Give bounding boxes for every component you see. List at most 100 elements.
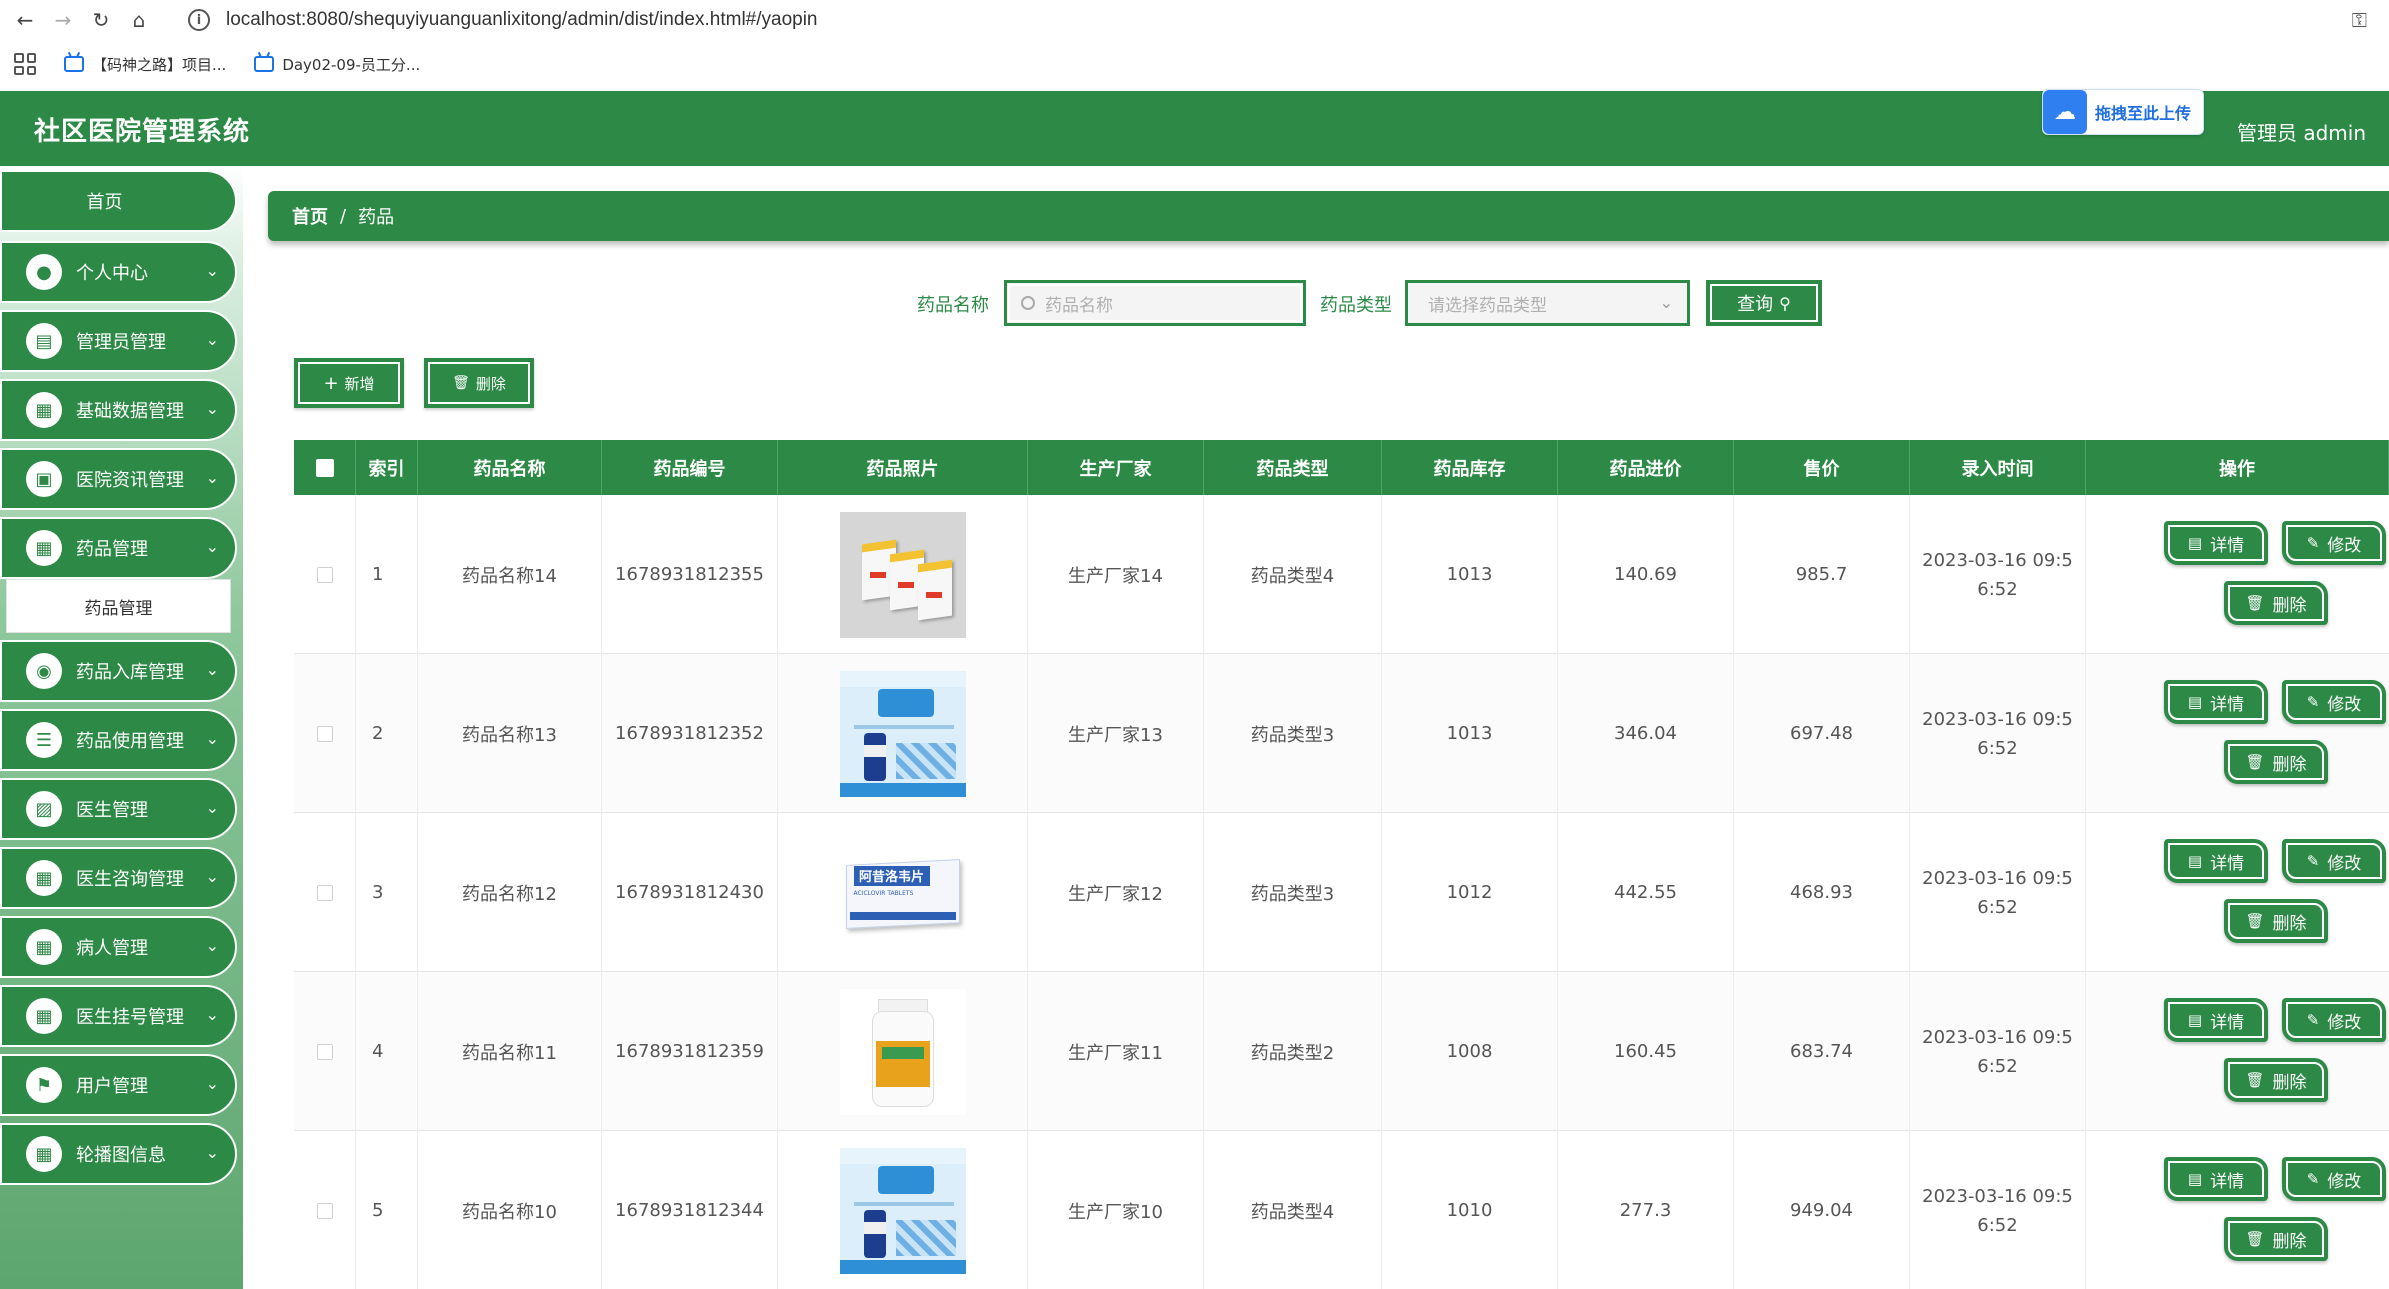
time-cell: 2023-03-16 09:5 6:52 xyxy=(1910,813,2086,972)
code-cell: 1678931812352 xyxy=(602,654,778,813)
cost-cell: 140.69 xyxy=(1558,495,1734,654)
delete-button[interactable]: 🗑 删除 xyxy=(2224,581,2328,625)
upload-widget[interactable]: ☁ 拖拽至此上传 xyxy=(2042,89,2204,135)
detail-label: 详情 xyxy=(2210,853,2245,874)
sidebar-item-label: 药品使用管理 xyxy=(76,731,184,752)
sidebar-item[interactable]: ▦ 基础数据管理 ⌄ xyxy=(0,379,237,441)
medicine-photo xyxy=(839,670,966,797)
add-button[interactable]: + 新增 xyxy=(294,358,404,408)
row-checkbox[interactable] xyxy=(316,566,333,583)
edit-button[interactable]: ✎ 修改 xyxy=(2282,839,2386,883)
sidebar-item[interactable]: ☰ 药品使用管理 ⌄ xyxy=(0,709,237,771)
apps-grid-icon[interactable] xyxy=(14,53,36,75)
column-header[interactable]: 生产厂家 xyxy=(1028,440,1204,495)
delete-button[interactable]: 🗑 删除 xyxy=(2224,899,2328,943)
sidebar-item[interactable]: ⚑ 用户管理 ⌄ xyxy=(0,1054,237,1116)
select-all-checkbox[interactable] xyxy=(315,458,334,477)
chevron-down-icon: ⌄ xyxy=(205,867,219,886)
sidebar-item[interactable]: ▦ 轮播图信息 ⌄ xyxy=(0,1123,237,1185)
column-header[interactable]: 售价 xyxy=(1734,440,1910,495)
cost-cell: 160.45 xyxy=(1558,972,1734,1131)
trash-icon: 🗑 xyxy=(2245,1230,2265,1248)
detail-button[interactable]: ▤ 详情 xyxy=(2164,998,2268,1042)
flag-icon: ⚑ xyxy=(26,1067,62,1103)
detail-label: 详情 xyxy=(2210,694,2245,715)
sidebar-item-home[interactable]: 首页 xyxy=(0,170,237,232)
grid-icon: ▦ xyxy=(26,530,62,566)
sidebar-item[interactable]: ▨ 医生管理 ⌄ xyxy=(0,778,237,840)
row-checkbox[interactable] xyxy=(316,1202,333,1219)
row-checkbox[interactable] xyxy=(316,884,333,901)
reload-icon[interactable]: ↻ xyxy=(88,7,114,33)
photo-label-en: ACICLOVIR TABLETS xyxy=(853,889,914,897)
detail-button[interactable]: ▤ 详情 xyxy=(2164,521,2268,565)
sidebar-item-label: 病人管理 xyxy=(76,938,148,959)
row-checkbox[interactable] xyxy=(316,1043,333,1060)
home-icon[interactable]: ⌂ xyxy=(126,7,152,33)
sidebar-item[interactable]: ▦ 医生挂号管理 ⌄ xyxy=(0,985,237,1047)
bookmark-item[interactable]: 【码神之路】项目... xyxy=(64,54,226,75)
name-cell: 药品名称10 xyxy=(418,1131,602,1289)
sidebar-item[interactable]: ▦ 病人管理 ⌄ xyxy=(0,916,237,978)
sidebar-item[interactable]: ▦ 医生咨询管理 ⌄ xyxy=(0,847,237,909)
key-icon[interactable]: ⚿ xyxy=(2352,8,2367,32)
address-bar[interactable]: i localhost:8080/shequyiyuanguanlixitong… xyxy=(188,4,818,36)
delete-button[interactable]: 🗑 删除 xyxy=(2224,740,2328,784)
column-header[interactable]: 药品进价 xyxy=(1558,440,1734,495)
column-header[interactable]: 操作 xyxy=(2086,440,2389,495)
detail-button[interactable]: ▤ 详情 xyxy=(2164,680,2268,724)
chevron-down-icon: ⌄ xyxy=(205,468,219,487)
sidebar-item[interactable]: ● 个人中心 ⌄ xyxy=(0,241,237,303)
detail-button[interactable]: ▤ 详情 xyxy=(2164,839,2268,883)
index-cell: 4 xyxy=(356,972,418,1131)
medicine-name-input[interactable]: 药品名称 xyxy=(1004,280,1306,326)
sidebar-item-label: 医生管理 xyxy=(76,800,148,821)
url-text[interactable]: localhost:8080/shequyiyuanguanlixitong/a… xyxy=(226,9,818,31)
column-header[interactable]: 索引 xyxy=(356,440,418,495)
column-header[interactable]: 药品照片 xyxy=(778,440,1028,495)
index-cell: 3 xyxy=(356,813,418,972)
delete-button[interactable]: 🗑 删除 xyxy=(2224,1217,2328,1261)
column-header[interactable]: 药品编号 xyxy=(602,440,778,495)
forward-icon[interactable]: → xyxy=(50,7,76,33)
name-cell: 药品名称12 xyxy=(418,813,602,972)
row-checkbox[interactable] xyxy=(316,725,333,742)
chevron-down-icon: ⌄ xyxy=(205,261,219,280)
medicine-type-select[interactable]: 请选择药品类型 ⌄ xyxy=(1405,280,1690,326)
sidebar-item[interactable]: ▦ 药品管理 ⌄ xyxy=(0,517,237,579)
edit-button[interactable]: ✎ 修改 xyxy=(2282,521,2386,565)
sidebar-item[interactable]: ▣ 医院资讯管理 ⌄ xyxy=(0,448,237,510)
batch-delete-button[interactable]: 🗑 删除 xyxy=(424,358,534,408)
document-icon: ▤ xyxy=(2187,534,2203,552)
sidebar-item-label: 医生咨询管理 xyxy=(76,869,184,890)
maker-cell: 生产厂家11 xyxy=(1028,972,1204,1131)
breadcrumb-home[interactable]: 首页 xyxy=(292,203,328,229)
back-icon[interactable]: ← xyxy=(12,7,38,33)
edit-button[interactable]: ✎ 修改 xyxy=(2282,680,2386,724)
column-header[interactable]: 药品名称 xyxy=(418,440,602,495)
sidebar-item[interactable]: ▤ 管理员管理 ⌄ xyxy=(0,310,237,372)
detail-button[interactable]: ▤ 详情 xyxy=(2164,1157,2268,1201)
chevron-down-icon: ⌄ xyxy=(205,1005,219,1024)
bookmark-item[interactable]: Day02-09-员工分... xyxy=(254,54,420,75)
sidebar-item[interactable]: ◉ 药品入库管理 ⌄ xyxy=(0,640,237,702)
column-header[interactable]: 药品库存 xyxy=(1382,440,1558,495)
index-cell: 2 xyxy=(356,654,418,813)
column-header[interactable]: 录入时间 xyxy=(1910,440,2086,495)
edit-label: 修改 xyxy=(2327,853,2362,874)
upload-label: 拖拽至此上传 xyxy=(2095,104,2192,123)
admin-user-label[interactable]: 管理员 admin xyxy=(2237,117,2366,146)
name-cell: 药品名称13 xyxy=(418,654,602,813)
query-button[interactable]: 查询 ⚲ xyxy=(1706,280,1822,326)
edit-button[interactable]: ✎ 修改 xyxy=(2282,998,2386,1042)
edit-button[interactable]: ✎ 修改 xyxy=(2282,1157,2386,1201)
submenu-item-medicine-management[interactable]: 药品管理 xyxy=(6,579,231,633)
code-cell: 1678931812430 xyxy=(602,813,778,972)
search-icon: ⚲ xyxy=(1779,293,1791,313)
column-header[interactable]: 药品类型 xyxy=(1204,440,1382,495)
grid-icon: ▦ xyxy=(26,1136,62,1172)
price-cell: 697.48 xyxy=(1734,654,1910,813)
delete-button[interactable]: 🗑 删除 xyxy=(2224,1058,2328,1102)
app-title: 社区医院管理系统 xyxy=(34,117,251,147)
site-info-icon[interactable]: i xyxy=(188,9,210,31)
